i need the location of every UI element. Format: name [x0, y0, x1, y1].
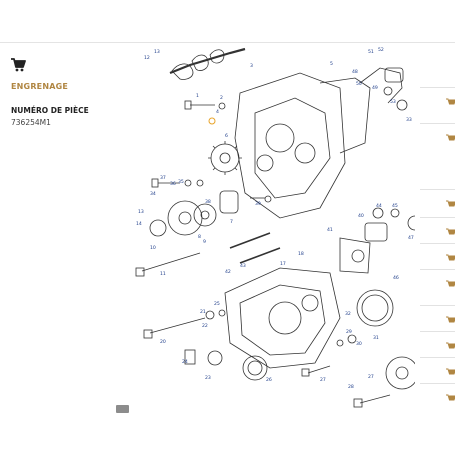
- svg-text:37: 37: [160, 175, 166, 181]
- scrollbar-thumb[interactable]: [116, 405, 129, 413]
- svg-text:31: 31: [373, 335, 379, 341]
- related-parts-column: [420, 43, 455, 413]
- svg-text:17: 17: [280, 261, 286, 267]
- svg-text:10: 10: [150, 245, 156, 251]
- shopping-cart-icon[interactable]: [446, 368, 455, 378]
- svg-text:40: 40: [358, 213, 364, 219]
- svg-text:52: 52: [378, 47, 384, 53]
- svg-text:41: 41: [327, 227, 333, 233]
- svg-text:43: 43: [240, 263, 246, 269]
- related-item[interactable]: [420, 123, 455, 160]
- svg-text:3: 3: [250, 63, 253, 69]
- svg-text:30: 30: [356, 341, 362, 347]
- related-item[interactable]: [420, 269, 455, 306]
- svg-text:50: 50: [356, 81, 362, 87]
- page-bottom: [0, 413, 455, 455]
- shopping-cart-icon[interactable]: [446, 280, 455, 290]
- svg-text:4: 4: [216, 109, 219, 115]
- svg-text:1: 1: [196, 93, 199, 99]
- shopping-cart-icon[interactable]: [446, 134, 455, 144]
- svg-text:36: 36: [170, 181, 176, 187]
- svg-text:27: 27: [368, 374, 374, 380]
- parts-diagram: 13 12 123 45 67 89 10 11 13 14 34 37 36 35 38…: [130, 43, 415, 413]
- page: ENGRENAGE NUMÉRO DE PIÈCE 736254M1 13 12…: [0, 0, 455, 455]
- svg-text:49: 49: [372, 85, 378, 91]
- shopping-cart-icon[interactable]: [446, 316, 455, 326]
- svg-text:14: 14: [136, 221, 142, 227]
- svg-text:26: 26: [266, 377, 272, 383]
- svg-text:42: 42: [225, 269, 231, 275]
- svg-text:45: 45: [392, 203, 398, 209]
- svg-text:12: 12: [144, 55, 150, 61]
- svg-text:53: 53: [390, 99, 396, 105]
- shopping-cart-icon[interactable]: [446, 200, 455, 210]
- product-category: ENGRENAGE: [11, 82, 69, 91]
- svg-text:32: 32: [345, 311, 351, 317]
- svg-text:44: 44: [376, 203, 382, 209]
- svg-text:6: 6: [225, 133, 228, 139]
- svg-text:38: 38: [205, 199, 211, 205]
- shopping-cart-icon[interactable]: [446, 342, 455, 352]
- shopping-cart-icon[interactable]: [10, 57, 26, 72]
- svg-text:7: 7: [230, 219, 233, 225]
- svg-text:9: 9: [203, 239, 206, 245]
- svg-text:8: 8: [198, 234, 201, 240]
- svg-text:34: 34: [150, 191, 156, 197]
- svg-text:25: 25: [214, 301, 220, 307]
- shopping-cart-icon[interactable]: [446, 254, 455, 264]
- svg-text:24: 24: [182, 359, 188, 365]
- svg-text:47: 47: [408, 235, 414, 241]
- svg-text:29: 29: [346, 329, 352, 335]
- svg-text:27: 27: [320, 377, 326, 383]
- svg-text:23: 23: [205, 375, 211, 381]
- shopping-cart-icon[interactable]: [446, 228, 455, 238]
- shopping-cart-icon[interactable]: [446, 98, 455, 108]
- product-info-panel: [0, 43, 112, 413]
- part-number-value: 736254M1: [11, 118, 51, 127]
- svg-text:46: 46: [393, 275, 399, 281]
- svg-text:22: 22: [202, 323, 208, 329]
- svg-text:39: 39: [255, 201, 261, 207]
- svg-text:18: 18: [298, 251, 304, 257]
- svg-text:13: 13: [154, 49, 160, 55]
- svg-text:20: 20: [160, 339, 166, 345]
- svg-text:28: 28: [348, 384, 354, 390]
- svg-text:2: 2: [220, 95, 223, 101]
- exploded-view-drawing: 1312 1 23 45 67 89 1011 1314 3437 36 35 38…: [135, 47, 415, 408]
- shopping-cart-icon[interactable]: [446, 394, 455, 404]
- svg-text:51: 51: [368, 49, 374, 55]
- svg-text:11: 11: [160, 271, 166, 277]
- related-item[interactable]: [420, 87, 455, 124]
- part-number-label: NUMÉRO DE PIÈCE: [11, 106, 89, 115]
- svg-text:5: 5: [330, 61, 333, 67]
- svg-text:21: 21: [200, 309, 206, 315]
- svg-text:13: 13: [138, 209, 144, 215]
- svg-text:33: 33: [406, 117, 412, 123]
- svg-text:48: 48: [352, 69, 358, 75]
- svg-text:35: 35: [178, 179, 184, 185]
